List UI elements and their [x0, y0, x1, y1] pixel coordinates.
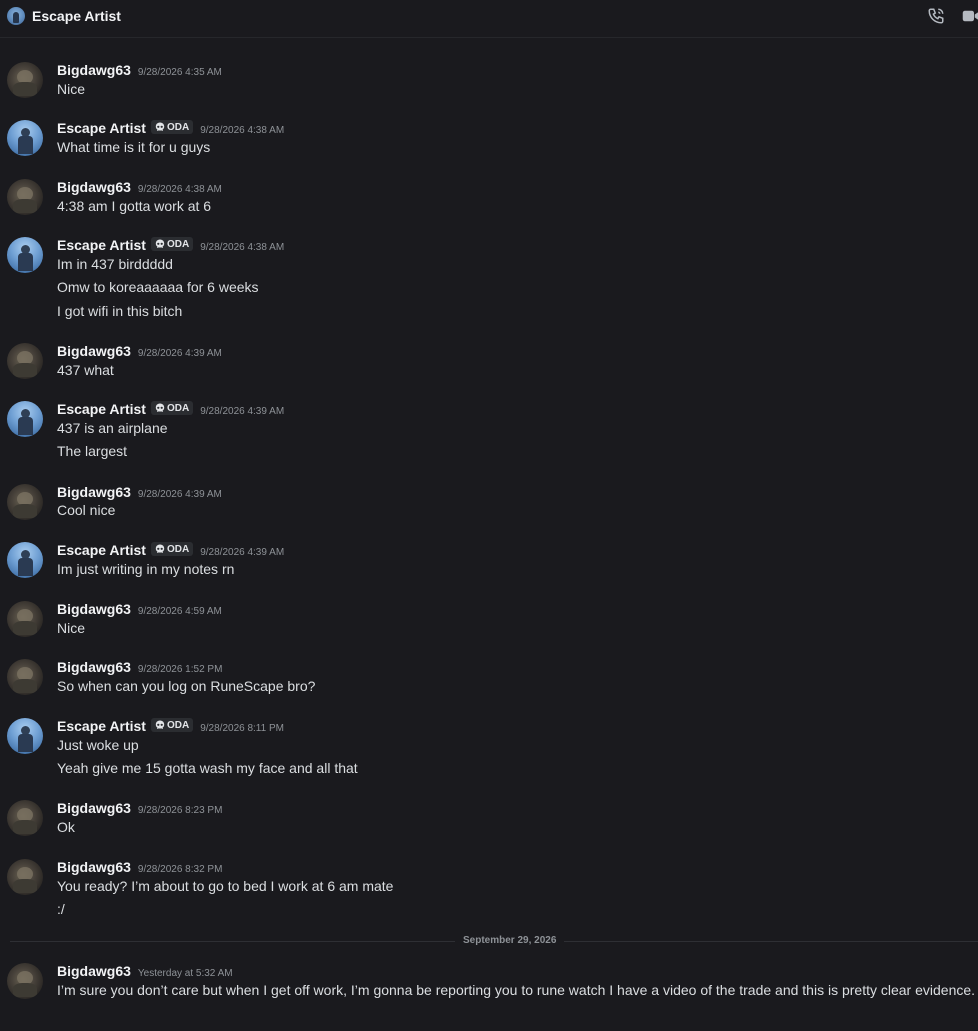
message-header: Bigdawg63 9/28/2026 4:59 AM	[57, 601, 222, 617]
avatar[interactable]	[7, 542, 43, 578]
avatar[interactable]	[7, 859, 43, 895]
clan-tag-label: ODA	[166, 719, 190, 731]
message-text: So when can you log on RuneScape bro?	[57, 678, 316, 694]
message-header: Bigdawg63 9/28/2026 4:39 AM	[57, 484, 222, 500]
message-text: :/	[57, 901, 65, 917]
author-name[interactable]: Bigdawg63	[57, 484, 131, 500]
skull-icon	[155, 239, 165, 248]
clan-tag-badge[interactable]: ODA	[150, 237, 194, 251]
author-name[interactable]: Bigdawg63	[57, 963, 131, 979]
clan-tag-label: ODA	[166, 402, 190, 414]
timestamp: Yesterday at 5:32 AM	[137, 968, 233, 979]
clan-tag-label: ODA	[166, 238, 190, 250]
message-header: Bigdawg63 9/28/2026 8:32 PM	[57, 859, 222, 875]
message-header: Escape Artist ODA 9/28/2026 4:38 AM	[57, 120, 284, 136]
message-text: I’m sure you don’t care but when I get o…	[57, 982, 976, 998]
clan-tag-badge[interactable]: ODA	[150, 401, 194, 415]
message-text: 4:38 am I gotta work at 6	[57, 198, 212, 214]
author-name[interactable]: Bigdawg63	[57, 601, 131, 617]
phone-call-icon[interactable]	[927, 7, 945, 25]
message-text: Nice	[57, 81, 86, 97]
message-text: 437 is an airplane	[57, 420, 168, 436]
avatar[interactable]	[7, 659, 43, 695]
author-name[interactable]: Escape Artist	[57, 542, 146, 558]
avatar[interactable]	[7, 800, 43, 836]
clan-tag-badge[interactable]: ODA	[150, 120, 194, 134]
timestamp: 9/28/2026 1:52 PM	[137, 664, 223, 675]
header-avatar[interactable]	[7, 7, 25, 25]
author-name[interactable]: Bigdawg63	[57, 179, 131, 195]
avatar[interactable]	[7, 237, 43, 273]
skull-icon	[155, 544, 165, 553]
author-name[interactable]: Bigdawg63	[57, 62, 131, 78]
message-header: Escape Artist ODA 9/28/2026 4:39 AM	[57, 401, 284, 417]
message-text: Omw to koreaaaaaa for 6 weeks	[57, 279, 259, 295]
author-name[interactable]: Bigdawg63	[57, 343, 131, 359]
timestamp: 9/28/2026 8:23 PM	[137, 805, 223, 816]
timestamp: 9/28/2026 4:39 AM	[137, 348, 222, 359]
avatar[interactable]	[7, 62, 43, 98]
message-text: You ready? I’m about to go to bed I work…	[57, 878, 394, 894]
author-name[interactable]: Bigdawg63	[57, 800, 131, 816]
clan-tag-label: ODA	[166, 121, 190, 133]
message-text: 437 what	[57, 362, 114, 378]
author-name[interactable]: Escape Artist	[57, 237, 146, 253]
message-text: Im just writing in my notes rn	[57, 561, 235, 577]
avatar[interactable]	[7, 120, 43, 156]
message-text: Cool nice	[57, 502, 116, 518]
timestamp: 9/28/2026 4:38 AM	[200, 242, 285, 253]
message-text: Just woke up	[57, 737, 139, 753]
chat-title[interactable]: Escape Artist	[32, 8, 121, 24]
chat-header: Escape Artist	[0, 0, 978, 38]
message-text: Yeah give me 15 gotta wash my face and a…	[57, 760, 358, 776]
message-header: Bigdawg63 Yesterday at 5:32 AM	[57, 963, 233, 979]
date-divider: September 29, 2026	[455, 935, 565, 946]
avatar[interactable]	[7, 484, 43, 520]
message-header: Bigdawg63 9/28/2026 1:52 PM	[57, 659, 222, 675]
video-icon[interactable]	[962, 8, 978, 24]
message-header: Escape Artist ODA 9/28/2026 4:39 AM	[57, 542, 284, 558]
author-name[interactable]: Bigdawg63	[57, 859, 131, 875]
message-header: Bigdawg63 9/28/2026 8:23 PM	[57, 800, 222, 816]
message-text: I got wifi in this bitch	[57, 303, 183, 319]
timestamp: 9/28/2026 4:39 AM	[200, 406, 285, 417]
avatar[interactable]	[7, 718, 43, 754]
author-name[interactable]: Escape Artist	[57, 401, 146, 417]
message-header: Bigdawg63 9/28/2026 4:39 AM	[57, 343, 222, 359]
message-text: Im in 437 birddddd	[57, 256, 173, 272]
skull-icon	[155, 122, 165, 131]
timestamp: 9/28/2026 4:59 AM	[137, 606, 222, 617]
avatar[interactable]	[7, 401, 43, 437]
message-text: Ok	[57, 819, 75, 835]
message-text: What time is it for u guys	[57, 139, 211, 155]
timestamp: 9/28/2026 4:35 AM	[137, 67, 222, 78]
clan-tag-badge[interactable]: ODA	[150, 718, 194, 732]
message-header: Escape Artist ODA 9/28/2026 4:38 AM	[57, 237, 284, 253]
avatar[interactable]	[7, 179, 43, 215]
timestamp: 9/28/2026 8:11 PM	[200, 723, 284, 734]
avatar[interactable]	[7, 343, 43, 379]
avatar[interactable]	[7, 601, 43, 637]
author-name[interactable]: Escape Artist	[57, 120, 146, 136]
skull-icon	[155, 720, 165, 729]
message-header: Bigdawg63 9/28/2026 4:38 AM	[57, 179, 222, 195]
clan-tag-badge[interactable]: ODA	[150, 542, 194, 556]
message-text: The largest	[57, 443, 128, 459]
message-header: Escape Artist ODA 9/28/2026 8:11 PM	[57, 718, 284, 734]
timestamp: 9/28/2026 4:39 AM	[137, 489, 222, 500]
author-name[interactable]: Escape Artist	[57, 718, 146, 734]
avatar[interactable]	[7, 963, 43, 999]
timestamp: 9/28/2026 4:38 AM	[200, 125, 285, 136]
message-header: Bigdawg63 9/28/2026 4:35 AM	[57, 62, 222, 78]
timestamp: 9/28/2026 4:38 AM	[137, 184, 222, 195]
clan-tag-label: ODA	[166, 543, 190, 555]
timestamp: 9/28/2026 8:32 PM	[137, 864, 223, 875]
skull-icon	[155, 403, 165, 412]
message-text: Nice	[57, 620, 86, 636]
timestamp: 9/28/2026 4:39 AM	[200, 547, 285, 558]
author-name[interactable]: Bigdawg63	[57, 659, 131, 675]
